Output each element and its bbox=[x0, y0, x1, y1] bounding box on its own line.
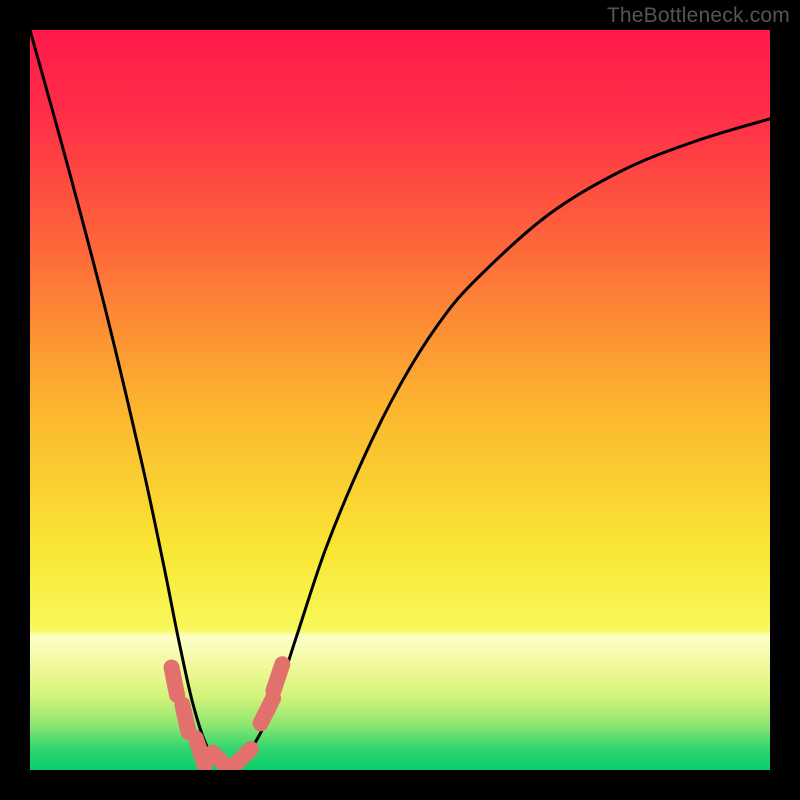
dot-bottom-1 bbox=[196, 738, 205, 765]
dot-bottom-3 bbox=[231, 749, 251, 769]
bottleneck-curve-path bbox=[30, 30, 770, 764]
dot-left-mid bbox=[182, 705, 188, 732]
watermark-text: TheBottleneck.com bbox=[607, 4, 790, 28]
dot-right-mid bbox=[261, 698, 274, 723]
dot-right-upper bbox=[273, 664, 282, 691]
dot-left-upper bbox=[172, 667, 177, 694]
chart-svg bbox=[30, 30, 770, 770]
chart-frame bbox=[30, 30, 770, 770]
